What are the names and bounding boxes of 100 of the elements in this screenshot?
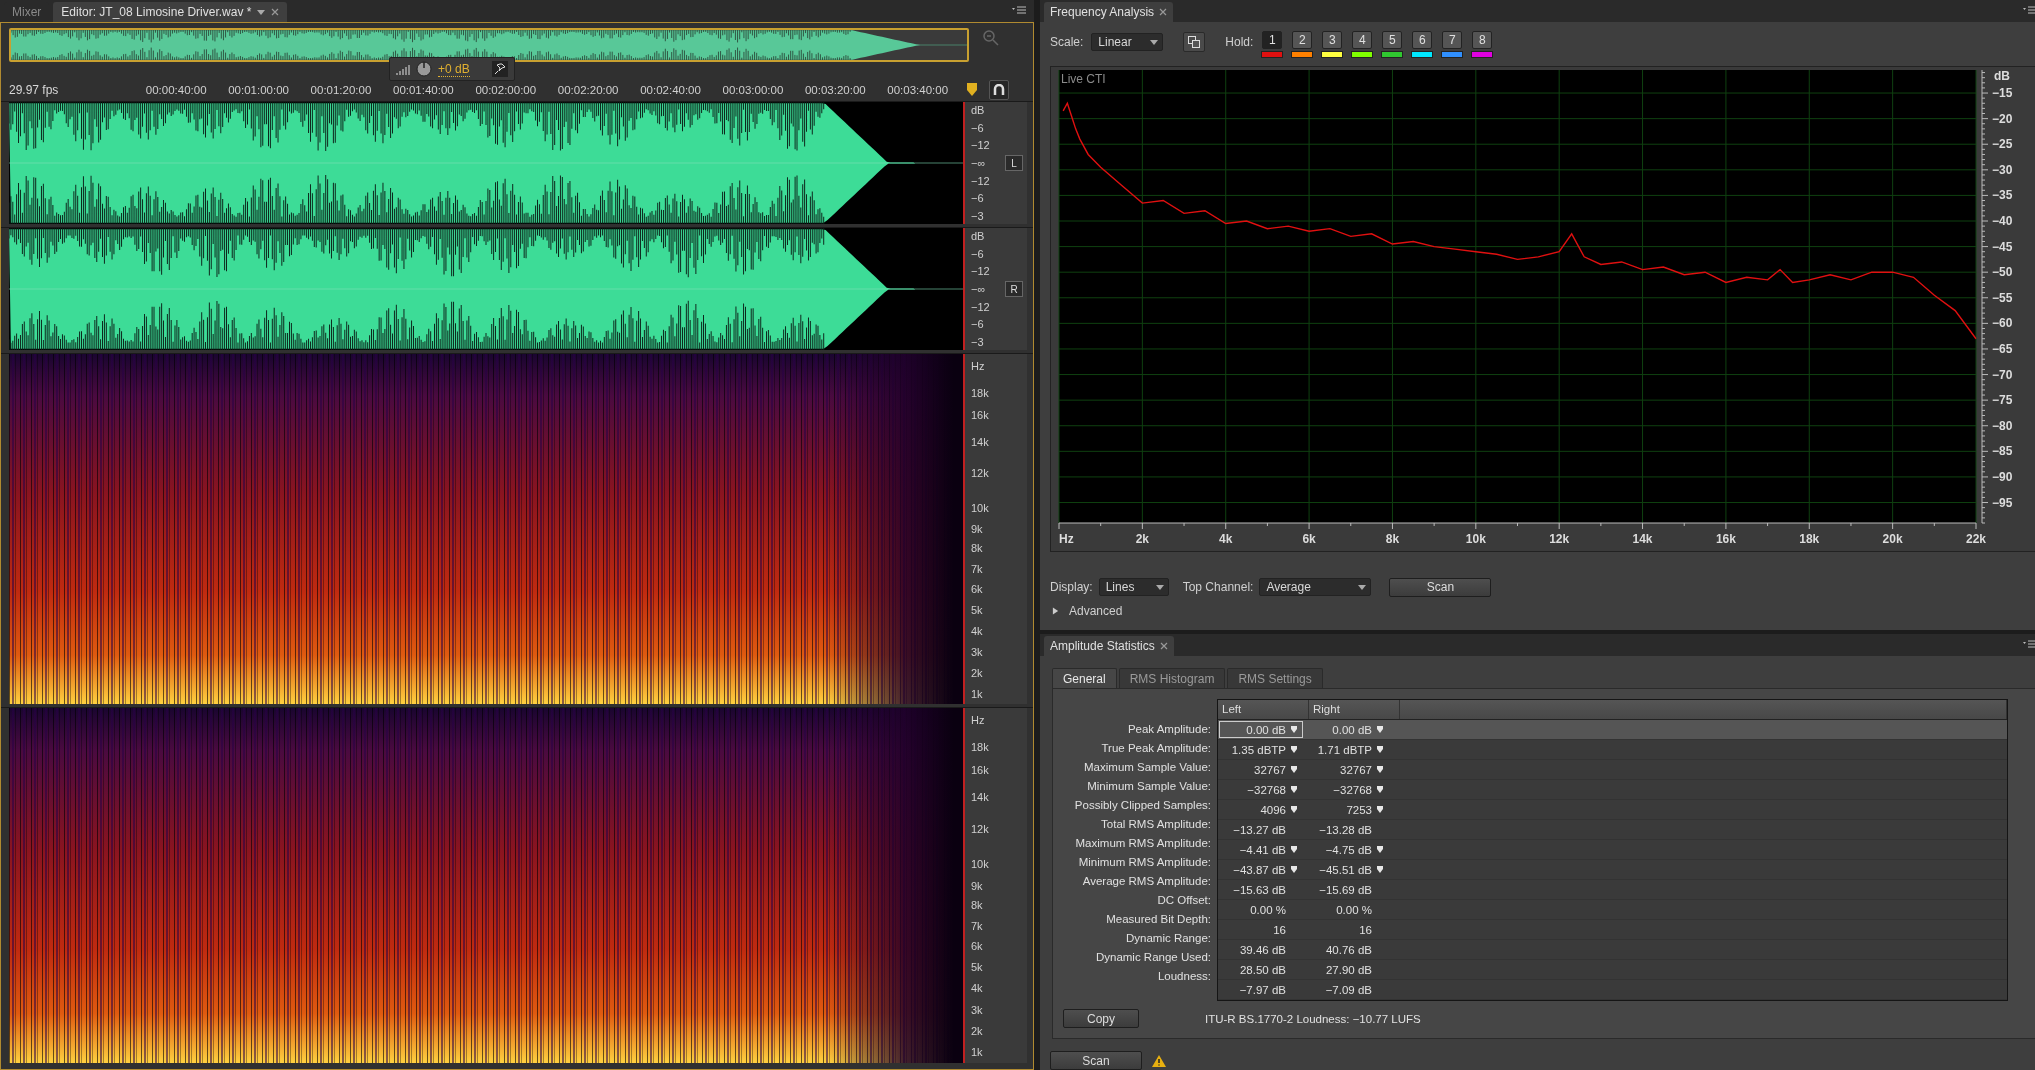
scan-button[interactable]: Scan (1050, 1051, 1142, 1070)
display-dropdown[interactable]: Lines (1098, 578, 1169, 596)
stat-value: 1.71 dBTP (1317, 743, 1372, 756)
table-row[interactable]: 1.35 dBTP 1.71 dBTP (1218, 740, 2007, 760)
marker-icon[interactable] (1290, 745, 1298, 754)
marker-icon[interactable] (1376, 765, 1384, 774)
table-row[interactable]: 28.50 dB 27.90 dB (1218, 960, 2007, 980)
snap-button[interactable] (989, 80, 1009, 100)
editor-tab[interactable]: Editor: JT_08 Limosine Driver.wav * (53, 2, 288, 22)
table-row[interactable]: 4096 7253 (1218, 800, 2007, 820)
scale-label: −12 (971, 300, 990, 313)
signal-bars-icon (396, 63, 410, 75)
time-label: 00:00:40:00 (144, 84, 208, 96)
channel-button[interactable]: R (1005, 281, 1023, 297)
marker-icon[interactable] (1376, 805, 1384, 814)
waveform-drawing[interactable] (9, 102, 963, 224)
axis-title: dB (1994, 69, 2010, 83)
menu-icon[interactable] (2023, 640, 2035, 650)
hold-button[interactable]: 6 (1412, 30, 1433, 49)
stats-tab[interactable]: RMS Histogram (1118, 668, 1226, 688)
volume-knob-icon[interactable] (416, 61, 432, 77)
menu-icon[interactable] (1012, 6, 1026, 16)
stat-label: DC Offset: (1157, 893, 1211, 908)
table-row[interactable]: −7.97 dB −7.09 dB (1218, 980, 2007, 1000)
copy-button[interactable]: Copy (1063, 1009, 1139, 1028)
hold-button[interactable]: 7 (1442, 30, 1463, 49)
stat-label: Dynamic Range Used: (1095, 950, 1211, 965)
scale-dropdown[interactable]: Linear (1091, 33, 1164, 51)
menu-icon[interactable] (2023, 6, 2035, 16)
spectrogram-drawing[interactable] (9, 708, 963, 1063)
stats-tab[interactable]: General (1052, 668, 1117, 688)
scale-label: 2k (971, 1025, 983, 1038)
volume-reading[interactable]: +0 dB (438, 61, 470, 77)
marker-icon[interactable] (1376, 785, 1384, 794)
marker-icon[interactable] (1290, 765, 1298, 774)
axis-label: 22k (1966, 532, 1986, 546)
channel-button[interactable]: L (1005, 155, 1023, 171)
panel-tab[interactable]: Frequency Analysis (1044, 2, 1174, 22)
stat-value: 4096 (1260, 803, 1286, 816)
caret-icon (1358, 584, 1367, 590)
hold-button[interactable]: 1 (1262, 30, 1283, 49)
table-row[interactable]: 16 16 (1218, 920, 2007, 940)
advanced-toggle[interactable]: Advanced (1052, 604, 1123, 618)
scale-label: 18k (971, 386, 989, 399)
warning-icon (1152, 1054, 1166, 1067)
scan-button[interactable]: Scan (1389, 577, 1492, 597)
table-row[interactable]: −4.41 dB −4.75 dB (1218, 840, 2007, 860)
time-label: 00:01:00:00 (227, 84, 290, 96)
table-row[interactable]: −32768 −32768 (1218, 780, 2007, 800)
hold-button[interactable]: 4 (1352, 30, 1373, 49)
scale-label: −3 (971, 209, 985, 222)
marker-icon[interactable] (1290, 865, 1298, 874)
close-icon[interactable] (1159, 8, 1168, 16)
scale-label: 12k (971, 822, 989, 835)
overview-waveform-drawing[interactable] (9, 28, 969, 62)
hold-button[interactable]: 3 (1322, 30, 1343, 49)
table-row[interactable]: −43.87 dB −45.51 dB (1218, 860, 2007, 880)
stat-label: Loudness: (1157, 969, 1211, 984)
scale-label: Scale: (1050, 35, 1084, 49)
marker-icon[interactable] (1376, 725, 1384, 734)
stat-value: 0.00 % (1250, 903, 1286, 916)
stat-value: 40.76 dB (1325, 943, 1372, 956)
marker-icon[interactable] (1290, 805, 1298, 814)
column-header[interactable]: Left (1218, 700, 1309, 719)
hold-button[interactable]: 5 (1382, 30, 1403, 49)
table-row[interactable]: 0.00 dB 0.00 dB (1218, 720, 2007, 740)
table-row[interactable]: 39.46 dB 40.76 dB (1218, 940, 2007, 960)
hold-label: Hold: (1225, 35, 1254, 49)
marker-icon[interactable] (1376, 845, 1384, 854)
spectrogram-drawing[interactable] (9, 354, 963, 704)
top-channel-dropdown[interactable]: Average (1259, 578, 1372, 596)
playhead-icon[interactable] (966, 83, 977, 97)
close-icon[interactable] (1159, 642, 1168, 650)
close-icon[interactable] (271, 8, 280, 16)
table-row[interactable]: 32767 32767 (1218, 760, 2007, 780)
marker-icon[interactable] (1376, 745, 1384, 754)
column-header[interactable]: Right (1309, 700, 1400, 719)
scale-label: 5k (971, 961, 983, 974)
scale-label: 10k (971, 858, 989, 871)
copy-window-button[interactable] (1183, 32, 1206, 52)
stats-tab[interactable]: RMS Settings (1227, 668, 1323, 688)
time-label: 00:03:00:00 (721, 84, 785, 96)
axis-label: −30 (1992, 162, 2013, 177)
table-row[interactable]: 0.00 % 0.00 % (1218, 900, 2007, 920)
hold-button[interactable]: 2 (1292, 30, 1313, 49)
table-row[interactable]: −15.63 dB −15.69 dB (1218, 880, 2007, 900)
hold-button[interactable]: 8 (1472, 30, 1493, 49)
pin-icon[interactable] (491, 61, 508, 77)
marker-icon[interactable] (1290, 725, 1298, 734)
axis-label: −40 (1992, 214, 2013, 228)
marker-icon[interactable] (1290, 845, 1298, 854)
marker-icon[interactable] (1376, 865, 1384, 874)
table-row[interactable]: −13.27 dB −13.28 dB (1218, 820, 2007, 840)
scale-label: 3k (971, 645, 983, 658)
scale-label: −6 (971, 318, 985, 331)
panel-tab[interactable]: Amplitude Statistics (1044, 636, 1174, 656)
scale-label: −6 (971, 192, 985, 205)
axis-label: −55 (1992, 290, 2013, 305)
marker-icon[interactable] (1290, 785, 1298, 794)
waveform-drawing[interactable] (9, 228, 963, 350)
